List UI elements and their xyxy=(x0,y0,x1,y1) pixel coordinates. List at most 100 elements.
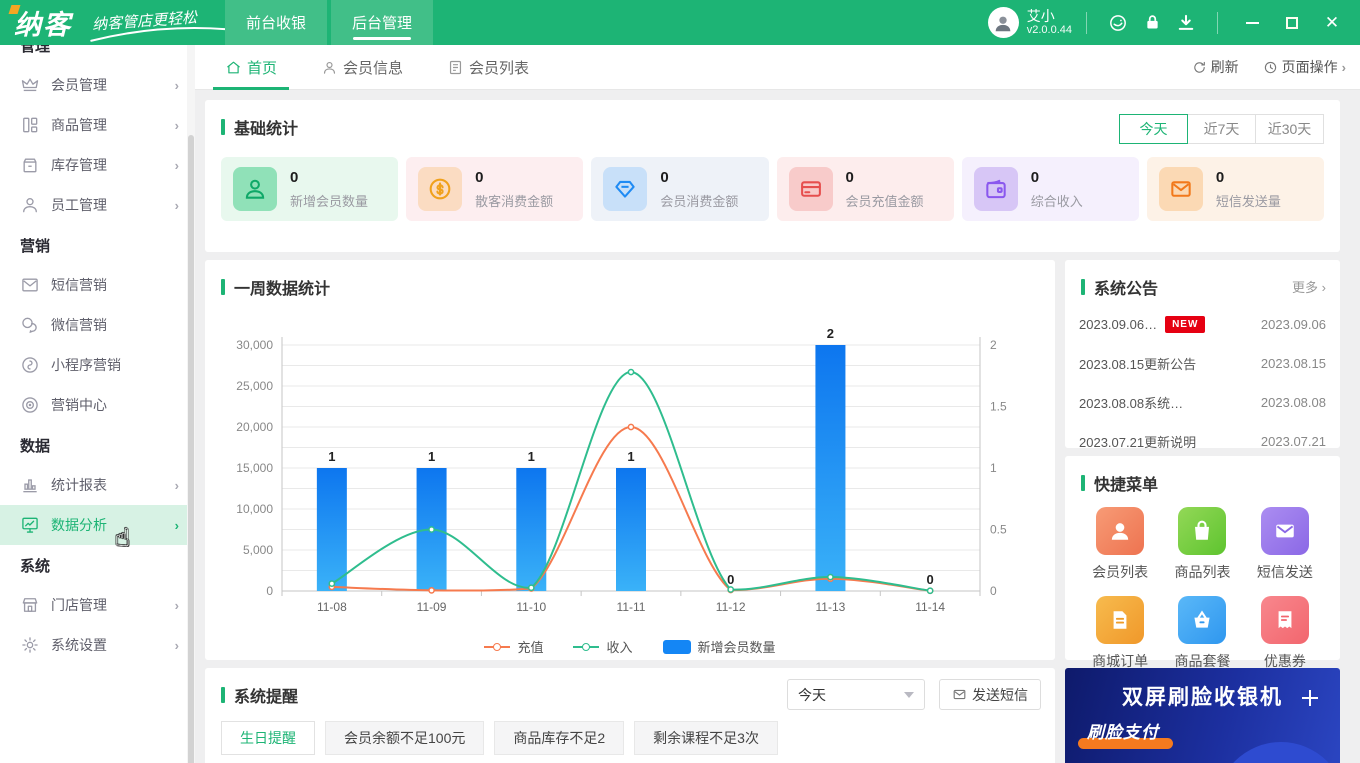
sidebar-menu: 管理 会员管理 › 商品管理 › 库存管理 › 员工管理 › 营销 短信营销 xyxy=(0,45,195,665)
app-version: v2.0.0.44 xyxy=(1027,24,1072,37)
sidebar-item-store-manage[interactable]: 门店管理 › xyxy=(0,585,195,625)
sidebar-item-miniprogram-marketing[interactable]: 小程序营销 xyxy=(0,345,195,385)
announcement-text: 2023.09.06… xyxy=(1079,317,1157,332)
svg-text:2: 2 xyxy=(990,338,997,352)
sidebar-item-member-manage[interactable]: 会员管理 › xyxy=(0,65,195,105)
divider xyxy=(1086,12,1087,34)
tab-bar: 首页 会员信息 会员列表 刷新 页面操作 › xyxy=(195,45,1360,90)
order-icon xyxy=(1096,596,1144,644)
sidebar-item-goods-manage[interactable]: 商品管理 › xyxy=(0,105,195,145)
stat-label: 新增会员数量 xyxy=(290,191,368,210)
ad-subtitle: 刷脸支付 xyxy=(1087,718,1159,743)
maximize-button[interactable] xyxy=(1272,0,1312,45)
sidebar-scrollbar-thumb[interactable] xyxy=(188,135,194,763)
svg-text:5,000: 5,000 xyxy=(243,543,273,557)
stat-card-new-members: 0新增会员数量 xyxy=(221,157,398,221)
chart-legend: 充值 收入 新增会员数量 xyxy=(205,637,1055,656)
section-marker xyxy=(1081,279,1085,295)
service-icon[interactable] xyxy=(1101,0,1135,45)
quick-goods-package[interactable]: 商品套餐 xyxy=(1161,596,1243,671)
quick-menu-grid: 会员列表 商品列表 短信发送 商城订单 xyxy=(1065,495,1340,671)
reminders-panel: 系统提醒 今天 发送短信 生日提醒 会员余额不足100元 商品库存不足2 剩余课… xyxy=(205,668,1055,763)
stat-card-total-income: 0综合收入 xyxy=(962,157,1139,221)
nav-backend-admin[interactable]: 后台管理 xyxy=(331,0,433,45)
app-logo: 纳客 xyxy=(14,3,72,42)
reminder-range-select[interactable]: 今天 xyxy=(787,679,925,710)
avatar[interactable] xyxy=(988,7,1019,38)
quick-member-list[interactable]: 会员列表 xyxy=(1079,507,1161,582)
sidebar-item-report[interactable]: 统计报表 › xyxy=(0,465,195,505)
sidebar-item-inventory-manage[interactable]: 库存管理 › xyxy=(0,145,195,185)
mail-icon xyxy=(952,687,967,702)
user-name: 艾小 xyxy=(1027,8,1072,24)
stat-value: 0 xyxy=(660,169,738,186)
sidebar-item-sms-marketing[interactable]: 短信营销 xyxy=(0,265,195,305)
diamond-icon xyxy=(603,167,647,211)
sidebar-item-wechat-marketing[interactable]: 微信营销 xyxy=(0,305,195,345)
reminder-tab-birthday[interactable]: 生日提醒 xyxy=(221,721,315,755)
sidebar-section-system: 系统 xyxy=(0,545,195,585)
svg-text:15,000: 15,000 xyxy=(236,461,273,475)
crown-icon xyxy=(20,75,40,95)
sidebar-item-data-analysis[interactable]: 数据分析 › xyxy=(0,505,195,545)
quick-coupons[interactable]: 优惠券 xyxy=(1244,596,1326,671)
announcement-row[interactable]: 2023.09.06… NEW 2023.09.06 xyxy=(1079,305,1326,344)
stat-card-sms-sent: 0短信发送量 xyxy=(1147,157,1324,221)
tab-label: 会员信息 xyxy=(343,57,403,78)
stat-label: 会员充值金额 xyxy=(846,191,924,210)
range-30days-button[interactable]: 近30天 xyxy=(1255,114,1324,144)
range-today-button[interactable]: 今天 xyxy=(1119,114,1188,144)
member-icon xyxy=(321,59,338,76)
chevron-right-icon: › xyxy=(175,518,179,533)
page-ops-button[interactable]: 页面操作 › xyxy=(1263,57,1346,77)
sparkle-icon xyxy=(1302,690,1318,706)
sidebar-item-marketing-center[interactable]: 营销中心 xyxy=(0,385,195,425)
reminder-tab-low-course[interactable]: 剩余课程不足3次 xyxy=(634,721,778,755)
mail-icon xyxy=(1159,167,1203,211)
sidebar-scrollbar[interactable] xyxy=(187,45,195,763)
announcement-date: 2023.09.06 xyxy=(1261,317,1326,332)
send-sms-button[interactable]: 发送短信 xyxy=(939,679,1041,710)
announcement-row[interactable]: 2023.08.08系统… 2023.08.08 xyxy=(1079,383,1326,422)
tab-member-list[interactable]: 会员列表 xyxy=(447,45,529,90)
sidebar-item-label: 统计报表 xyxy=(51,475,107,495)
nav-front-cashier[interactable]: 前台收银 xyxy=(225,0,327,45)
announcement-row[interactable]: 2023.08.15更新公告 2023.08.15 xyxy=(1079,344,1326,383)
tab-label: 首页 xyxy=(247,57,277,78)
new-badge: NEW xyxy=(1165,316,1205,333)
refresh-icon xyxy=(1192,60,1207,75)
refresh-button[interactable]: 刷新 xyxy=(1192,57,1239,77)
member-list-icon xyxy=(1096,507,1144,555)
reminder-tab-low-balance[interactable]: 会员余额不足100元 xyxy=(325,721,484,755)
sidebar-item-staff-manage[interactable]: 员工管理 › xyxy=(0,185,195,225)
lock-icon[interactable] xyxy=(1135,0,1169,45)
goods-list-icon xyxy=(1178,507,1226,555)
legend-recharge[interactable]: 充值 xyxy=(484,637,543,656)
quick-mall-orders[interactable]: 商城订单 xyxy=(1079,596,1161,671)
svg-text:0: 0 xyxy=(266,584,273,598)
minimize-button[interactable] xyxy=(1232,0,1272,45)
staff-icon xyxy=(20,195,40,215)
announcements-title: 系统公告 xyxy=(1094,275,1158,299)
date-range-group: 今天 近7天 近30天 xyxy=(1120,114,1324,144)
quick-goods-list[interactable]: 商品列表 xyxy=(1161,507,1243,582)
inventory-icon xyxy=(20,155,40,175)
range-7days-button[interactable]: 近7天 xyxy=(1187,114,1256,144)
goods-icon xyxy=(20,115,40,135)
bankcard-icon xyxy=(789,167,833,211)
more-link[interactable]: 更多 › xyxy=(1292,277,1326,296)
tab-home[interactable]: 首页 xyxy=(225,45,277,90)
download-icon[interactable] xyxy=(1169,0,1203,45)
stat-cards: 0新增会员数量 0散客消费金额 0会员消费金额 0会员充值金额 xyxy=(205,157,1340,221)
legend-new-members[interactable]: 新增会员数量 xyxy=(663,637,776,656)
quick-sms-send[interactable]: 短信发送 xyxy=(1244,507,1326,582)
close-button[interactable]: ✕ xyxy=(1312,0,1352,45)
basic-stats-title: 基础统计 xyxy=(234,115,298,139)
ad-banner[interactable]: 双屏刷脸收银机 刷脸支付 xyxy=(1065,668,1340,763)
quick-label: 商品列表 xyxy=(1174,562,1230,582)
announcement-text: 2023.08.08系统… xyxy=(1079,393,1183,412)
reminder-tab-low-stock[interactable]: 商品库存不足2 xyxy=(494,721,624,755)
legend-income[interactable]: 收入 xyxy=(573,637,632,656)
tab-member-info[interactable]: 会员信息 xyxy=(321,45,403,90)
sidebar-item-system-settings[interactable]: 系统设置 › xyxy=(0,625,195,665)
